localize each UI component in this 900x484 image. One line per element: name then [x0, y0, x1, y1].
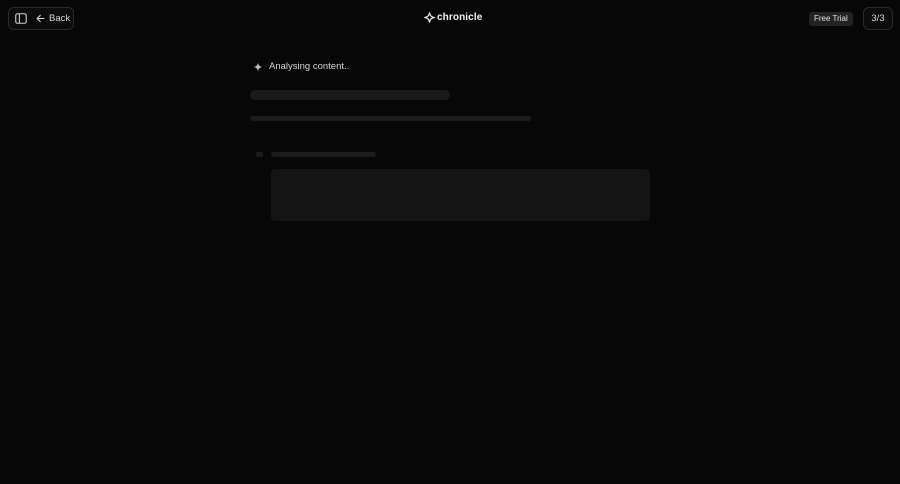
back-button[interactable]: Back [36, 8, 70, 29]
sidebar-panel-icon [15, 13, 27, 24]
usage-counter-button[interactable]: 3/3 [863, 7, 893, 30]
skeleton-bullet [256, 152, 263, 157]
sparkle-logo-icon [424, 12, 435, 23]
nav-controls: Back [8, 7, 74, 30]
top-bar: Back chronicle Free Trial 3/3 [0, 0, 900, 38]
analysis-status: Analysing content.. [253, 61, 349, 72]
skeleton-line [250, 116, 531, 121]
brand-logo: chronicle [424, 12, 482, 23]
skeleton-title [250, 90, 450, 100]
app-page: Back chronicle Free Trial 3/3 Analysing … [0, 0, 900, 484]
skeleton-subline [271, 152, 376, 157]
status-text: Analysing content.. [269, 61, 350, 72]
free-trial-badge[interactable]: Free Trial [809, 12, 853, 26]
sidebar-toggle-button[interactable] [10, 8, 32, 29]
sparkle-icon [253, 62, 263, 72]
skeleton-content-block [271, 169, 650, 221]
brand-name: chronicle [437, 12, 483, 23]
arrow-left-icon [36, 14, 45, 23]
back-label: Back [49, 13, 71, 24]
